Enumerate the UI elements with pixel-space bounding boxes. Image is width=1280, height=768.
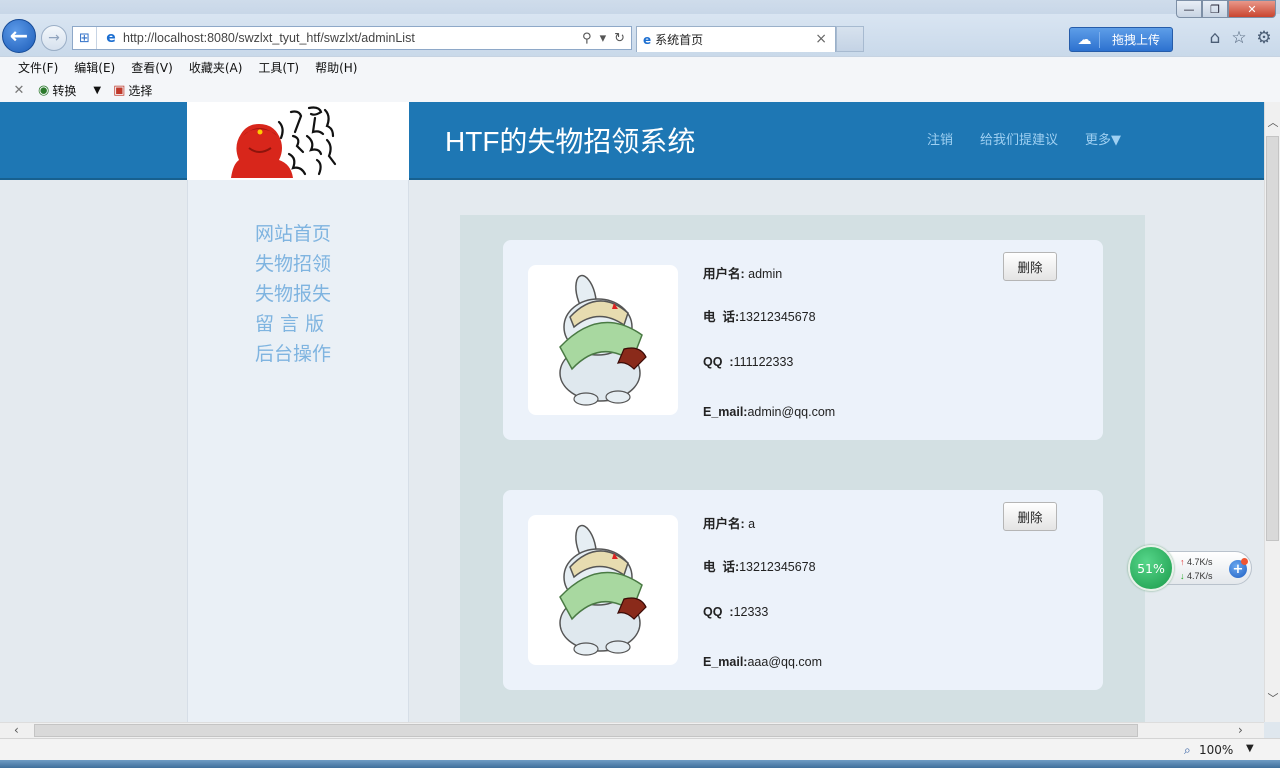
down-arrow-icon: ↓ (1180, 571, 1185, 581)
refresh-icon[interactable]: ↻ (614, 31, 625, 46)
zoom-level[interactable]: 100% (1199, 743, 1233, 757)
scroll-left-icon[interactable]: ‹ (14, 723, 19, 737)
phone-field: 电 话:13212345678 (703, 560, 816, 574)
close-toolbar-icon[interactable]: ✕ (0, 83, 38, 98)
command-bar: ✕ ◉ 转换 ▼ ▣ 选择 (0, 78, 1280, 102)
convert-icon: ◉ (38, 82, 50, 98)
tab-title: 系统首页 (655, 33, 704, 47)
vertical-scroll-thumb[interactable] (1266, 136, 1279, 541)
phone-field: 电 话:13212345678 (703, 310, 816, 324)
ie-page-icon: e (106, 30, 116, 46)
sidebar-item-message-board[interactable]: 留 言 版 (255, 309, 324, 336)
new-tab-button[interactable] (836, 26, 864, 52)
menu-favorites[interactable]: 收藏夹(A) (189, 59, 243, 76)
ie-tab-icon: e (643, 32, 652, 47)
minimize-button[interactable]: — (1176, 0, 1202, 18)
taskbar (0, 760, 1280, 768)
notification-dot (1241, 558, 1248, 565)
upload-rate: ↑ 4.7K/s (1180, 557, 1213, 567)
menu-help[interactable]: 帮助(H) (315, 59, 357, 76)
scroll-up-icon[interactable]: ︿ (1265, 114, 1280, 130)
memory-usage-badge[interactable]: 51% (1128, 545, 1174, 591)
search-icon[interactable]: ⚲ (582, 31, 592, 46)
scroll-right-icon[interactable]: › (1238, 723, 1243, 737)
nav-logout-link[interactable]: 注销 (927, 129, 953, 148)
site-logo (187, 102, 409, 180)
select-label: 选择 (128, 83, 153, 98)
up-arrow-icon: ↑ (1180, 557, 1185, 567)
cloud-icon: ☁ (1070, 31, 1100, 48)
home-icon[interactable]: ⌂ (1205, 28, 1225, 48)
nav-more-link[interactable]: 更多▼ (1085, 129, 1121, 148)
menu-bar: 文件(F) 编辑(E) 查看(V) 收藏夹(A) 工具(T) 帮助(H) (0, 56, 1280, 78)
qq-field: QQ :111122333 (703, 355, 794, 369)
arrow-right-icon: → (48, 30, 60, 46)
tab-system-home[interactable]: e 系统首页 × (636, 26, 836, 52)
select-button[interactable]: ▣ 选择 (113, 82, 152, 99)
avatar (528, 265, 678, 415)
url-text[interactable]: http://localhost:8080/swzlxt_tyut_htf/sw… (123, 31, 582, 45)
back-button[interactable]: ← (2, 19, 36, 53)
select-icon: ▣ (113, 82, 126, 98)
user-list-panel: 用户名: admin 电 话:13212345678 QQ :111122333… (460, 215, 1145, 722)
convert-button[interactable]: ◉ 转换 ▼ (38, 82, 101, 99)
username-field: 用户名: a (703, 517, 756, 531)
network-speed-widget[interactable]: 51% ↑ 4.7K/s ↓ 4.7K/s + (1128, 545, 1254, 591)
sidebar-item-report-lost[interactable]: 失物报失 (255, 279, 331, 306)
horizontal-scroll-thumb[interactable] (34, 724, 1138, 737)
sidebar-item-home[interactable]: 网站首页 (255, 219, 331, 246)
zoom-dropdown-icon[interactable]: ▼ (1246, 743, 1254, 754)
qq-field: QQ :12333 (703, 605, 769, 619)
convert-label: 转换 (52, 83, 77, 98)
horizontal-scrollbar[interactable]: ‹ › (0, 722, 1264, 738)
download-rate: ↓ 4.7K/s (1180, 571, 1213, 581)
menu-view[interactable]: 查看(V) (131, 59, 173, 76)
close-tab-icon[interactable]: × (815, 31, 827, 47)
sidebar-item-lost-found[interactable]: 失物招领 (255, 249, 331, 276)
status-bar: ⌕ 100% ▼ (0, 738, 1280, 760)
favorites-star-icon[interactable]: ☆ (1229, 28, 1249, 48)
gear-icon[interactable]: ⚙ (1254, 28, 1274, 48)
page-viewport: HTF的失物招领系统 注销 给我们提建议 更多▼ 网站首页 失物招领 失物报失 … (0, 102, 1264, 722)
dropdown-arrow-icon[interactable]: ▼ (93, 85, 101, 96)
user-card: 用户名: admin 电 话:13212345678 QQ :111122333… (503, 240, 1103, 440)
menu-tools[interactable]: 工具(T) (258, 59, 299, 76)
username-field: 用户名: admin (703, 267, 783, 281)
user-card: 用户名: a 电 话:13212345678 QQ :12333 E_mail:… (503, 490, 1103, 690)
compat-view-icon[interactable]: ⊞ (73, 27, 97, 49)
delete-button[interactable]: 删除 (1003, 502, 1057, 531)
nav-suggest-link[interactable]: 给我们提建议 (980, 129, 1058, 148)
upload-label: 拖拽上传 (1111, 33, 1160, 47)
email-field: E_mail:admin@qq.com (703, 405, 836, 419)
email-field: E_mail:aaa@qq.com (703, 655, 823, 669)
rabbit-avatar-icon (559, 524, 647, 656)
portrait-calligraphy-logo (231, 106, 337, 178)
drag-upload-button[interactable]: ☁ 拖拽上传 (1069, 27, 1173, 52)
scroll-down-icon[interactable]: ﹀ (1265, 690, 1280, 706)
site-title: HTF的失物招领系统 (445, 126, 696, 157)
menu-file[interactable]: 文件(F) (18, 59, 58, 76)
avatar (528, 515, 678, 665)
arrow-left-icon: ← (9, 23, 29, 49)
delete-button[interactable]: 删除 (1003, 252, 1057, 281)
rabbit-avatar-icon (559, 274, 647, 406)
sidebar-item-admin[interactable]: 后台操作 (255, 339, 331, 366)
dropdown-icon[interactable]: ▾ (600, 31, 607, 46)
forward-button[interactable]: → (41, 25, 67, 51)
menu-edit[interactable]: 编辑(E) (74, 59, 115, 76)
vertical-scrollbar[interactable]: ︿ ﹀ (1264, 102, 1280, 722)
close-window-button[interactable]: ✕ (1228, 0, 1276, 18)
address-bar[interactable]: ⊞ e http://localhost:8080/swzlxt_tyut_ht… (72, 26, 632, 50)
maximize-button[interactable]: ❐ (1202, 0, 1228, 18)
zoom-icon: ⌕ (1184, 743, 1191, 757)
sidebar: 网站首页 失物招领 失物报失 留 言 版 后台操作 (187, 180, 409, 722)
